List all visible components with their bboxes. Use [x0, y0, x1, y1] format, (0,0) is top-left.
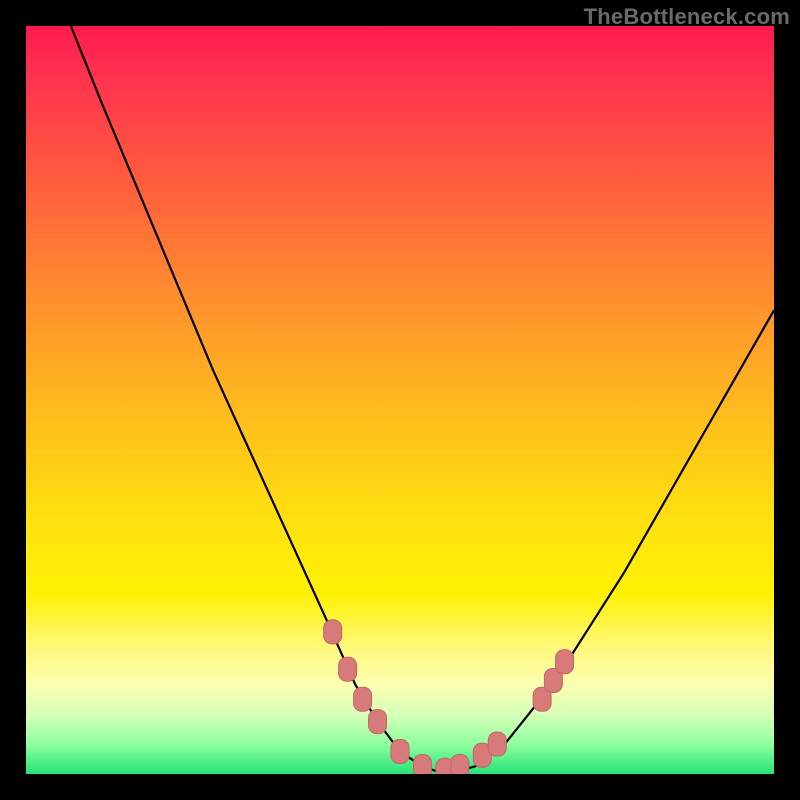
plot-background: [26, 26, 774, 774]
watermark-text: TheBottleneck.com: [584, 4, 790, 30]
chart-frame: TheBottleneck.com: [0, 0, 800, 800]
